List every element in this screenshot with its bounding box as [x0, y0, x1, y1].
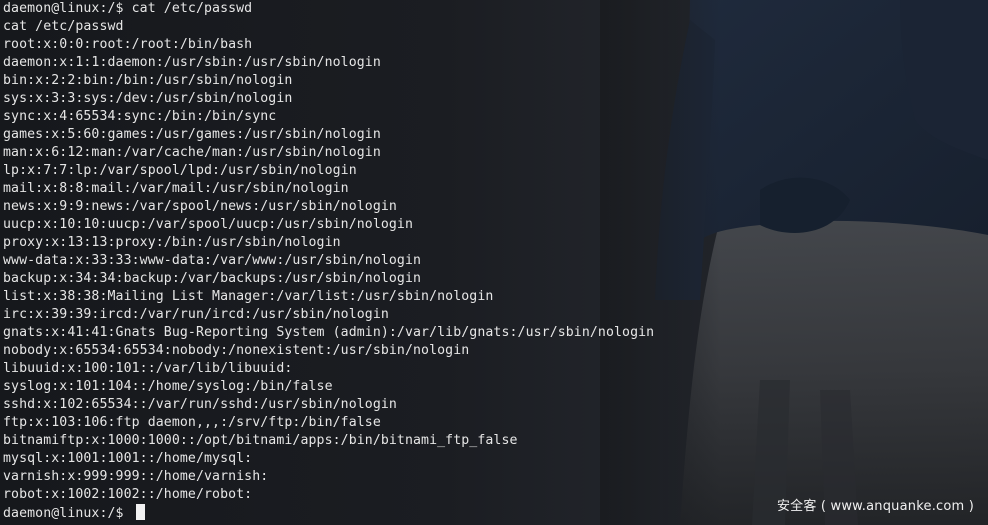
terminal-line: irc:x:39:39:ircd:/var/run/ircd:/usr/sbin… — [3, 307, 389, 322]
terminal-line: uucp:x:10:10:uucp:/var/spool/uucp:/usr/s… — [3, 217, 414, 232]
terminal-line: libuuid:x:100:101::/var/lib/libuuid: — [3, 361, 293, 376]
terminal-line: daemon:x:1:1:daemon:/usr/sbin:/usr/sbin/… — [3, 55, 381, 70]
terminal-line: sync:x:4:65534:sync:/bin:/bin/sync — [3, 109, 277, 124]
terminal-line: gnats:x:41:41:Gnats Bug-Reporting System… — [3, 325, 655, 340]
terminal-line: mail:x:8:8:mail:/var/mail:/usr/sbin/nolo… — [3, 181, 349, 196]
terminal-line: www-data:x:33:33:www-data:/var/www:/usr/… — [3, 253, 422, 268]
terminal-line: man:x:6:12:man:/var/cache/man:/usr/sbin/… — [3, 145, 381, 160]
terminal-line: mysql:x:1001:1001::/home/mysql: — [3, 451, 253, 466]
terminal-line: lp:x:7:7:lp:/var/spool/lpd:/usr/sbin/nol… — [3, 163, 357, 178]
block-cursor-icon — [135, 504, 145, 520]
terminal-line: backup:x:34:34:backup:/var/backups:/usr/… — [3, 271, 422, 286]
terminal-line: list:x:38:38:Mailing List Manager:/var/l… — [3, 289, 494, 304]
terminal-line: bin:x:2:2:bin:/bin:/usr/sbin/nologin — [3, 73, 293, 88]
terminal-line: varnish:x:999:999::/home/varnish: — [3, 469, 269, 484]
terminal-output[interactable]: daemon@linux:/$ cat /etc/passwd cat /etc/… — [3, 0, 988, 522]
terminal-line: daemon@linux:/$ cat /etc/passwd — [3, 1, 253, 16]
terminal-line: nobody:x:65534:65534:nobody:/nonexistent… — [3, 343, 470, 358]
terminal-line: news:x:9:9:news:/var/spool/news:/usr/sbi… — [3, 199, 397, 214]
terminal-line: sys:x:3:3:sys:/dev:/usr/sbin/nologin — [3, 91, 293, 106]
terminal-line: sshd:x:102:65534::/var/run/sshd:/usr/sbi… — [3, 397, 397, 412]
terminal-line: root:x:0:0:root:/root:/bin/bash — [3, 37, 253, 52]
shell-prompt: daemon@linux:/$ — [3, 506, 132, 521]
terminal-window[interactable]: daemon@linux:/$ cat /etc/passwd cat /etc/… — [0, 0, 988, 525]
watermark-text: 安全客 ( www.anquanke.com ) — [776, 499, 974, 514]
terminal-line: syslog:x:101:104::/home/syslog:/bin/fals… — [3, 379, 333, 394]
terminal-line: cat /etc/passwd — [3, 19, 124, 34]
terminal-line: bitnamiftp:x:1000:1000::/opt/bitnami/app… — [3, 433, 518, 448]
terminal-line: ftp:x:103:106:ftp daemon,,,:/srv/ftp:/bi… — [3, 415, 381, 430]
terminal-line: games:x:5:60:games:/usr/games:/usr/sbin/… — [3, 127, 381, 142]
terminal-line: proxy:x:13:13:proxy:/bin:/usr/sbin/nolog… — [3, 235, 341, 250]
